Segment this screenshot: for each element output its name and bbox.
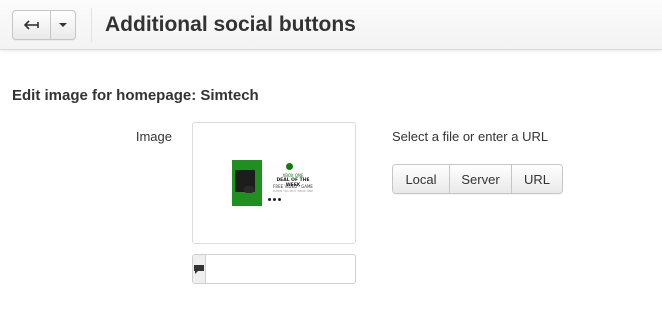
source-button-group: Local Server URL bbox=[392, 164, 563, 194]
back-menu-dropdown-button[interactable] bbox=[51, 11, 75, 39]
image-thumbnail: XBOX ONE DEAL OF THE WEEK FREE VIDEO - G… bbox=[232, 160, 318, 206]
page-title: Additional social buttons bbox=[105, 13, 356, 36]
back-button-group bbox=[12, 10, 76, 40]
xbox-logo-icon bbox=[286, 163, 293, 170]
back-button[interactable] bbox=[13, 11, 51, 39]
image-preview-box[interactable]: XBOX ONE DEAL OF THE WEEK FREE VIDEO - G… bbox=[192, 122, 356, 244]
carousel-dots bbox=[268, 198, 281, 201]
carousel-dot bbox=[278, 198, 281, 201]
comment-icon bbox=[194, 264, 204, 274]
carousel-dot bbox=[273, 198, 276, 201]
thumbnail-fine-print: WHEN YOU BUY XBOX ONE bbox=[272, 189, 314, 193]
server-button[interactable]: Server bbox=[450, 165, 512, 193]
alt-text-input-group bbox=[192, 254, 394, 284]
section-title: Edit image for homepage: Simtech bbox=[12, 87, 259, 104]
toolbar-divider bbox=[91, 8, 92, 42]
controller-graphic bbox=[244, 186, 254, 193]
image-field-label: Image bbox=[135, 129, 172, 144]
carousel-dot bbox=[268, 198, 271, 201]
chevron-down-icon bbox=[59, 23, 67, 27]
local-button[interactable]: Local bbox=[393, 165, 450, 193]
top-toolbar: Additional social buttons bbox=[0, 0, 662, 50]
url-button[interactable]: URL bbox=[512, 165, 562, 193]
alt-text-addon bbox=[193, 255, 206, 283]
source-prompt: Select a file or enter a URL bbox=[392, 129, 549, 144]
alt-text-input[interactable] bbox=[206, 255, 394, 283]
back-arrow-icon bbox=[23, 20, 39, 30]
